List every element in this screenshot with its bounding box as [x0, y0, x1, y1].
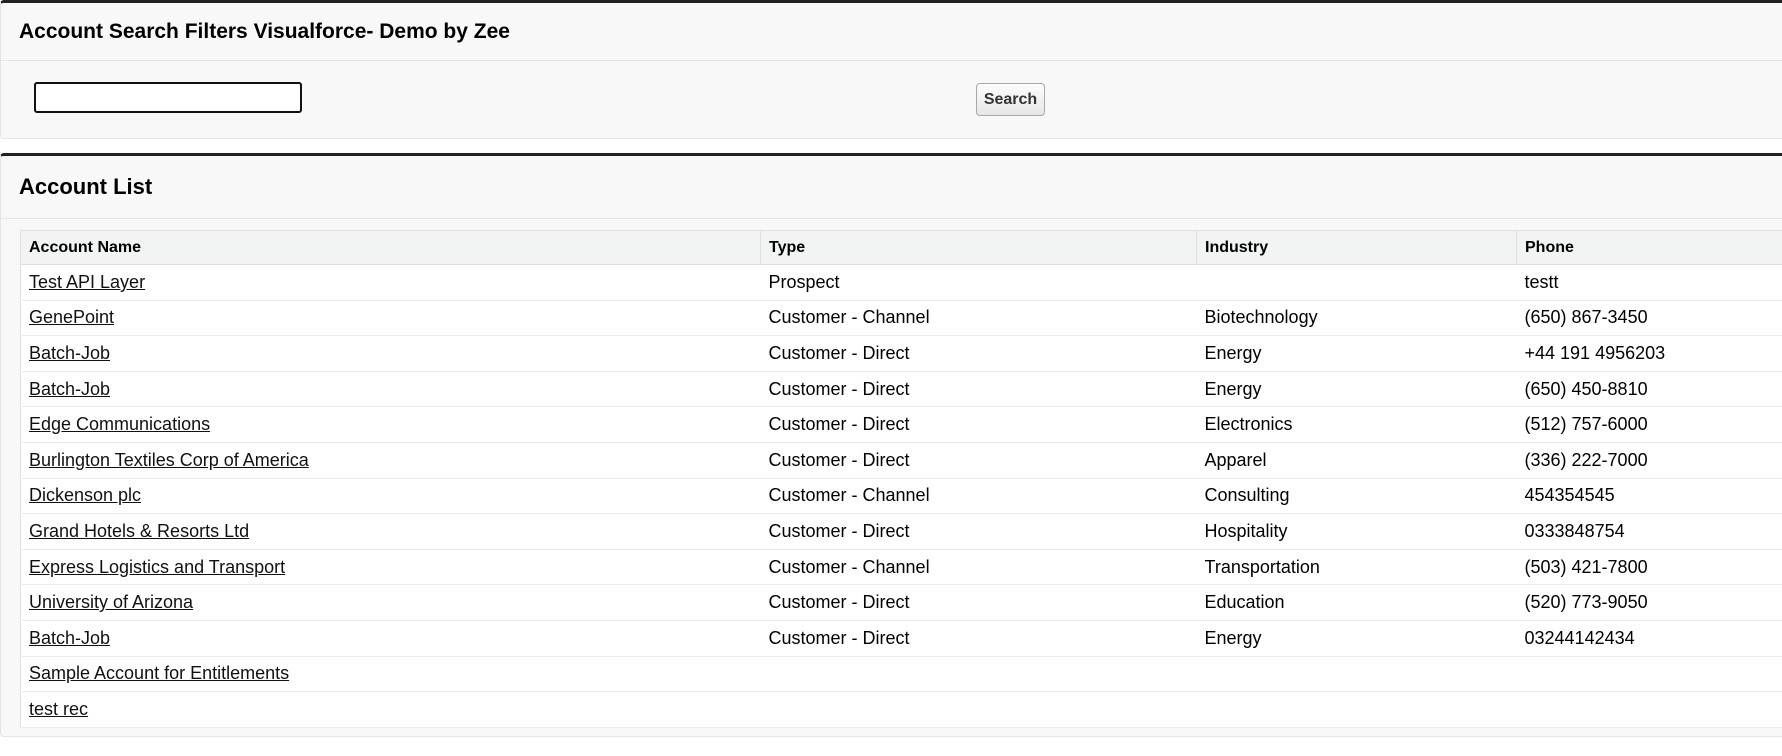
- table-row: Dickenson plc Customer - Channel Consultin…: [20, 478, 1782, 515]
- account-name-cell: Sample Account for Entitlements: [20, 656, 761, 693]
- account-type-cell: Customer - Direct: [760, 513, 1197, 550]
- account-type-cell: [760, 691, 1197, 728]
- account-name-link[interactable]: Batch-Job: [29, 628, 110, 648]
- account-name-cell: Batch-Job: [20, 620, 761, 657]
- account-name-cell: Burlington Textiles Corp of America: [20, 442, 761, 479]
- table-row: University of Arizona Customer - Direct Ed…: [20, 584, 1782, 621]
- table-row: Batch-Job Customer - Direct Energy (650) 45…: [20, 371, 1782, 408]
- account-phone-cell: [1516, 691, 1782, 728]
- account-name-link[interactable]: Burlington Textiles Corp of America: [29, 450, 309, 470]
- account-name-cell: University of Arizona: [20, 584, 761, 621]
- table-row: Grand Hotels & Resorts Ltd Customer - Dir…: [20, 513, 1782, 550]
- account-phone-cell: (512) 757-6000: [1516, 406, 1782, 443]
- search-row: Search: [1, 61, 1782, 139]
- account-phone-cell: (520) 773-9050: [1516, 584, 1782, 621]
- account-name-link[interactable]: Sample Account for Entitlements: [29, 663, 289, 683]
- search-panel-header: Account Search Filters Visualforce- Demo…: [1, 3, 1782, 61]
- column-header-type: Type: [760, 230, 1197, 265]
- account-list-title: Account List: [19, 174, 153, 199]
- account-industry-cell: Energy: [1196, 371, 1517, 408]
- account-phone-cell: (650) 867-3450: [1516, 300, 1782, 337]
- account-type-cell: Prospect: [760, 264, 1197, 301]
- account-name-link[interactable]: University of Arizona: [29, 592, 193, 612]
- account-industry-cell: Energy: [1196, 620, 1517, 657]
- account-name-cell: Grand Hotels & Resorts Ltd: [20, 513, 761, 550]
- account-phone-cell: (336) 222-7000: [1516, 442, 1782, 479]
- account-phone-cell: testt: [1516, 264, 1782, 301]
- account-industry-cell: Biotechnology: [1196, 300, 1517, 337]
- account-industry-cell: Electronics: [1196, 406, 1517, 443]
- account-industry-cell: [1196, 264, 1517, 301]
- account-name-link[interactable]: GenePoint: [29, 307, 114, 327]
- account-name-link[interactable]: Dickenson plc: [29, 485, 141, 505]
- account-name-cell: Batch-Job: [20, 371, 761, 408]
- account-name-link[interactable]: test rec: [29, 699, 88, 719]
- table-row: GenePoint Customer - Channel Biotechnology…: [20, 300, 1782, 337]
- table-row: Edge Communications Customer - Direct Elec…: [20, 406, 1782, 443]
- account-name-cell: Dickenson plc: [20, 478, 761, 515]
- account-list-panel: Account List Account Name Type Industry …: [0, 153, 1782, 737]
- account-industry-cell: Apparel: [1196, 442, 1517, 479]
- account-name-link[interactable]: Express Logistics and Transport: [29, 557, 285, 577]
- account-table-wrap: Account Name Type Industry Phone Test AP…: [20, 230, 1782, 728]
- account-industry-cell: Energy: [1196, 335, 1517, 372]
- account-phone-cell: 0333848754: [1516, 513, 1782, 550]
- column-header-account-name: Account Name: [20, 230, 761, 265]
- table-header-row: Account Name Type Industry Phone: [20, 230, 1782, 265]
- account-name-cell: Express Logistics and Transport: [20, 549, 761, 586]
- account-phone-cell: +44 191 4956203: [1516, 335, 1782, 372]
- account-name-link[interactable]: Grand Hotels & Resorts Ltd: [29, 521, 249, 541]
- account-phone-cell: (650) 450-8810: [1516, 371, 1782, 408]
- account-type-cell: Customer - Direct: [760, 620, 1197, 657]
- account-type-cell: Customer - Channel: [760, 478, 1197, 515]
- account-name-link[interactable]: Test API Layer: [29, 272, 145, 292]
- account-industry-cell: Education: [1196, 584, 1517, 621]
- table-row: Sample Account for Entitlements: [20, 656, 1782, 693]
- account-table-body: Test API Layer Prospect testt GenePoint Cust…: [20, 264, 1782, 728]
- table-row: test rec: [20, 691, 1782, 728]
- account-name-link[interactable]: Batch-Job: [29, 379, 110, 399]
- table-row: Burlington Textiles Corp of America Custo…: [20, 442, 1782, 479]
- account-type-cell: Customer - Direct: [760, 335, 1197, 372]
- account-phone-cell: [1516, 656, 1782, 693]
- account-name-cell: GenePoint: [20, 300, 761, 337]
- account-industry-cell: Transportation: [1196, 549, 1517, 586]
- account-name-cell: test rec: [20, 691, 761, 728]
- account-name-cell: Test API Layer: [20, 264, 761, 301]
- search-input[interactable]: [34, 82, 302, 113]
- account-table: Account Name Type Industry Phone Test AP…: [20, 230, 1782, 728]
- account-phone-cell: 03244142434: [1516, 620, 1782, 657]
- column-header-industry: Industry: [1196, 230, 1517, 265]
- table-row: Batch-Job Customer - Direct Energy +44 191 …: [20, 335, 1782, 372]
- account-type-cell: Customer - Channel: [760, 300, 1197, 337]
- search-button[interactable]: Search: [976, 83, 1045, 116]
- table-row: Express Logistics and Transport Customer …: [20, 549, 1782, 586]
- account-industry-cell: [1196, 691, 1517, 728]
- search-panel-title: Account Search Filters Visualforce- Demo…: [19, 19, 510, 43]
- table-row: Test API Layer Prospect testt: [20, 264, 1782, 301]
- account-type-cell: Customer - Direct: [760, 371, 1197, 408]
- account-industry-cell: Hospitality: [1196, 513, 1517, 550]
- search-filters-panel: Account Search Filters Visualforce- Demo…: [0, 0, 1782, 139]
- account-list-header: Account List: [1, 156, 1782, 219]
- account-name-link[interactable]: Edge Communications: [29, 414, 210, 434]
- account-phone-cell: (503) 421-7800: [1516, 549, 1782, 586]
- account-industry-cell: [1196, 656, 1517, 693]
- account-type-cell: Customer - Channel: [760, 549, 1197, 586]
- account-type-cell: Customer - Direct: [760, 442, 1197, 479]
- table-row: Batch-Job Customer - Direct Energy 03244142…: [20, 620, 1782, 657]
- account-name-link[interactable]: Batch-Job: [29, 343, 110, 363]
- account-type-cell: [760, 656, 1197, 693]
- account-phone-cell: 454354545: [1516, 478, 1782, 515]
- column-header-phone: Phone: [1516, 230, 1782, 265]
- account-type-cell: Customer - Direct: [760, 406, 1197, 443]
- account-name-cell: Batch-Job: [20, 335, 761, 372]
- account-industry-cell: Consulting: [1196, 478, 1517, 515]
- account-name-cell: Edge Communications: [20, 406, 761, 443]
- account-type-cell: Customer - Direct: [760, 584, 1197, 621]
